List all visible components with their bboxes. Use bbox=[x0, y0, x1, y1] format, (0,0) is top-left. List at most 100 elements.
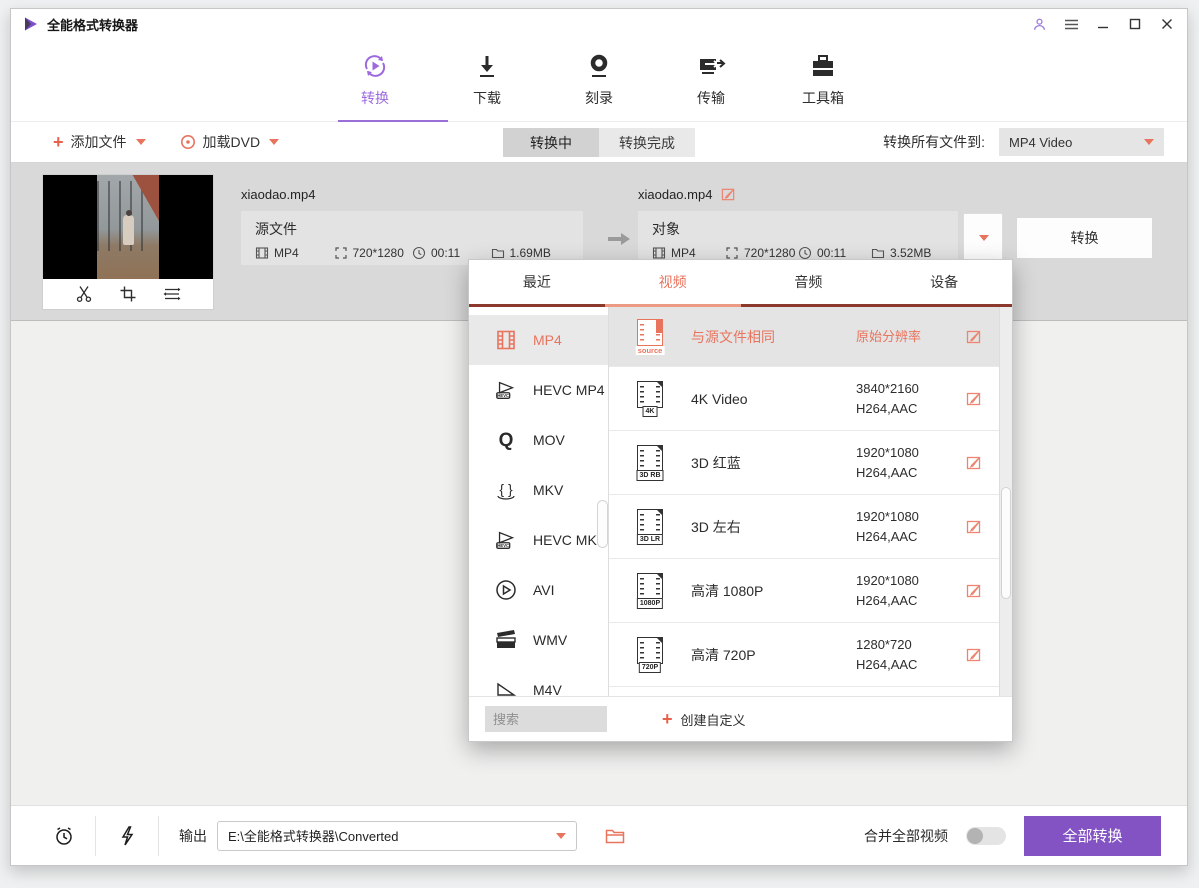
edit-preset-icon[interactable] bbox=[966, 391, 982, 407]
convert-icon bbox=[360, 51, 390, 81]
preset-1080p-icon: 1080P bbox=[635, 573, 665, 609]
preset-row-4k[interactable]: 4K 4K Video 3840*2160H264,AAC bbox=[609, 367, 1012, 431]
target-file-name: xiaodao.mp4 bbox=[638, 187, 712, 202]
rename-edit-icon[interactable] bbox=[721, 187, 736, 202]
format-label: WMV bbox=[533, 632, 567, 648]
popup-tab-audio[interactable]: 音频 bbox=[741, 260, 877, 304]
source-duration: 00:11 bbox=[431, 246, 460, 260]
m4v-play-icon bbox=[494, 678, 518, 696]
nav-tab-burn-label: 刻录 bbox=[585, 88, 613, 108]
menu-icon[interactable] bbox=[1063, 16, 1079, 32]
preset-list-scrollbar[interactable] bbox=[999, 307, 1012, 696]
duration-clock-icon bbox=[798, 246, 812, 260]
format-item-mov[interactable]: Q MOV bbox=[469, 415, 608, 465]
close-icon[interactable] bbox=[1159, 16, 1175, 32]
target-info-panel: 对象 MP4 720*1280 00:11 3.52MB bbox=[638, 211, 958, 265]
app-logo-icon bbox=[23, 16, 39, 32]
format-label: HEVC MKV bbox=[533, 532, 606, 548]
edit-preset-icon[interactable] bbox=[966, 329, 982, 345]
target-size: 3.52MB bbox=[890, 246, 931, 260]
format-label: M4V bbox=[533, 682, 562, 696]
nav-tab-download[interactable]: 下载 bbox=[439, 51, 535, 108]
popup-tab-video[interactable]: 视频 bbox=[605, 260, 741, 304]
merge-toggle[interactable] bbox=[966, 827, 1006, 845]
nav-tab-convert[interactable]: 转换 bbox=[327, 51, 423, 108]
format-item-hevc-mp4[interactable]: HEVC HEVC MP4 bbox=[469, 365, 608, 415]
svg-text:HEVC: HEVC bbox=[497, 393, 509, 398]
preset-3d-lr-icon: 3D LR bbox=[635, 509, 665, 545]
resolution-icon bbox=[725, 246, 739, 260]
tab-converted[interactable]: 转换完成 bbox=[599, 128, 695, 157]
trim-scissors-icon[interactable] bbox=[75, 285, 93, 303]
format-label: MP4 bbox=[533, 332, 562, 348]
preset-list: source 与源文件相同 原始分辨率 4K 4K Video 3840*216… bbox=[609, 307, 1012, 696]
preset-scrollbar-thumb[interactable] bbox=[1001, 487, 1011, 599]
popup-tab-device[interactable]: 设备 bbox=[876, 260, 1012, 304]
create-custom-button[interactable]: + 创建自定义 bbox=[662, 710, 746, 729]
nav-tab-transfer-label: 传输 bbox=[697, 88, 725, 108]
preset-4k-icon: 4K bbox=[635, 381, 665, 417]
output-format-select[interactable]: MP4 Video bbox=[999, 128, 1164, 156]
merge-all-label: 合并全部视频 bbox=[864, 826, 948, 846]
add-file-caret-icon bbox=[136, 139, 146, 145]
divider bbox=[95, 816, 96, 856]
preset-row-3d-rb[interactable]: 3D RB 3D 红蓝 1920*1080H264,AAC bbox=[609, 431, 1012, 495]
search-input[interactable] bbox=[485, 706, 607, 732]
convert-all-button[interactable]: 全部转换 bbox=[1024, 816, 1161, 856]
svg-text:{ }: { } bbox=[499, 481, 513, 497]
edit-preset-icon[interactable] bbox=[966, 583, 982, 599]
nav-tab-toolbox[interactable]: 工具箱 bbox=[775, 51, 871, 108]
add-file-button[interactable]: + 添加文件 bbox=[53, 132, 146, 152]
account-icon[interactable] bbox=[1031, 16, 1047, 32]
edit-preset-icon[interactable] bbox=[966, 647, 982, 663]
hevc-play-icon: HEVC bbox=[494, 378, 518, 402]
minimize-icon[interactable] bbox=[1095, 16, 1111, 32]
plus-icon: + bbox=[662, 710, 673, 728]
popup-footer: + 创建自定义 bbox=[469, 696, 1012, 741]
transfer-icon bbox=[696, 51, 726, 81]
output-path-caret-icon bbox=[556, 833, 566, 839]
hardware-accel-lightning-icon[interactable] bbox=[116, 825, 138, 847]
toolbox-icon bbox=[809, 51, 837, 81]
crop-icon[interactable] bbox=[119, 285, 137, 303]
divider bbox=[158, 816, 159, 856]
source-panel-title: 源文件 bbox=[255, 219, 569, 239]
create-custom-label: 创建自定义 bbox=[681, 710, 746, 729]
hevc-play-icon: HEVC bbox=[494, 528, 518, 552]
popup-tab-recent[interactable]: 最近 bbox=[469, 260, 605, 304]
edit-preset-icon[interactable] bbox=[966, 455, 982, 471]
target-panel-title: 对象 bbox=[652, 219, 944, 239]
open-folder-icon[interactable] bbox=[605, 827, 625, 845]
preset-row-3d-lr[interactable]: 3D LR 3D 左右 1920*1080H264,AAC bbox=[609, 495, 1012, 559]
edit-preset-icon[interactable] bbox=[966, 519, 982, 535]
video-thumbnail bbox=[43, 175, 213, 279]
adjust-sliders-icon[interactable] bbox=[163, 285, 181, 303]
tab-converting[interactable]: 转换中 bbox=[503, 128, 599, 157]
titlebar: 全能格式转换器 bbox=[11, 9, 1187, 39]
schedule-alarm-icon[interactable] bbox=[53, 825, 75, 847]
format-item-mp4[interactable]: MP4 bbox=[469, 315, 608, 365]
format-item-wmv[interactable]: WMV bbox=[469, 615, 608, 665]
preset-row-1080p[interactable]: 1080P 高清 1080P 1920*1080H264,AAC bbox=[609, 559, 1012, 623]
format-item-m4v[interactable]: M4V bbox=[469, 665, 608, 696]
format-item-mkv[interactable]: { } MKV bbox=[469, 465, 608, 515]
target-duration: 00:11 bbox=[817, 246, 846, 260]
filesize-folder-icon bbox=[491, 246, 505, 260]
convert-row-button[interactable]: 转换 bbox=[1016, 217, 1153, 259]
format-item-hevc-mkv[interactable]: HEVC HEVC MKV bbox=[469, 515, 608, 565]
duration-clock-icon bbox=[412, 246, 426, 260]
nav-tab-burn[interactable]: 刻录 bbox=[551, 51, 647, 108]
output-path-select[interactable]: E:\全能格式转换器\Converted bbox=[217, 821, 577, 851]
target-format-dropdown-button[interactable] bbox=[963, 213, 1003, 263]
circle-play-icon bbox=[494, 578, 518, 602]
video-thumbnail-card bbox=[43, 175, 213, 309]
preset-row-same-as-source[interactable]: source 与源文件相同 原始分辨率 bbox=[609, 307, 1012, 367]
format-item-avi[interactable]: AVI bbox=[469, 565, 608, 615]
maximize-icon[interactable] bbox=[1127, 16, 1143, 32]
preset-row-720p[interactable]: 720P 高清 720P 1280*720H264,AAC bbox=[609, 623, 1012, 687]
format-list-scrollbar-thumb[interactable] bbox=[597, 500, 608, 548]
quicktime-q-icon: Q bbox=[494, 428, 518, 452]
dropdown-caret-icon bbox=[979, 235, 989, 241]
load-dvd-button[interactable]: 加载DVD bbox=[180, 132, 280, 152]
nav-tab-transfer[interactable]: 传输 bbox=[663, 51, 759, 108]
